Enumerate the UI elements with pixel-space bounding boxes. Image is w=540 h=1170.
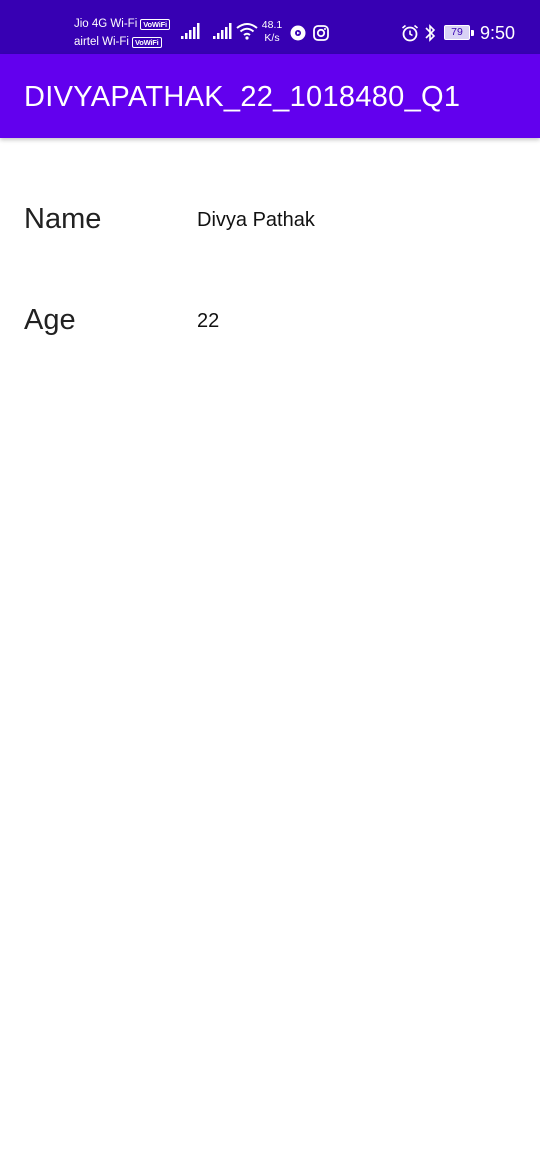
age-value: 22: [197, 310, 220, 332]
status-time: 9:50: [480, 23, 516, 43]
carrier-line-1: Jio 4G Wi-Fi VoWiFi: [74, 15, 174, 33]
carrier-1-name: Jio 4G Wi-Fi: [74, 18, 138, 30]
alarm-icon: [401, 24, 419, 42]
carrier-2-name: airtel Wi-Fi: [74, 36, 129, 48]
app-bar: DIVYAPATHAK_22_1018480_Q1: [0, 54, 540, 138]
carrier-info: Jio 4G Wi-Fi VoWiFi airtel Wi-Fi VoWiFi: [74, 15, 174, 51]
name-value: Divya Pathak: [197, 209, 315, 231]
age-label: Age: [24, 304, 76, 336]
bluetooth-icon: [425, 24, 436, 42]
media-icon: [290, 25, 306, 41]
signal-icon: [181, 23, 200, 39]
wifi-icon: [236, 23, 258, 40]
battery-icon: 79: [444, 25, 470, 40]
signal-icon: [213, 23, 232, 39]
app-title: DIVYAPATHAK_22_1018480_Q1: [24, 81, 461, 113]
network-speed: 48.1 K/s: [258, 19, 286, 45]
battery-tip: [471, 30, 474, 36]
status-bar: Jio 4G Wi-Fi VoWiFi airtel Wi-Fi VoWiFi …: [0, 0, 540, 54]
speed-unit: K/s: [264, 32, 280, 44]
vowifi-badge: VoWiFi: [131, 36, 162, 48]
vowifi-badge: VoWiFi: [140, 18, 170, 30]
carrier-line-2: airtel Wi-Fi VoWiFi: [74, 33, 174, 51]
name-label: Name: [24, 203, 102, 235]
instagram-icon: [313, 25, 329, 41]
speed-value: 48.1: [261, 19, 283, 31]
